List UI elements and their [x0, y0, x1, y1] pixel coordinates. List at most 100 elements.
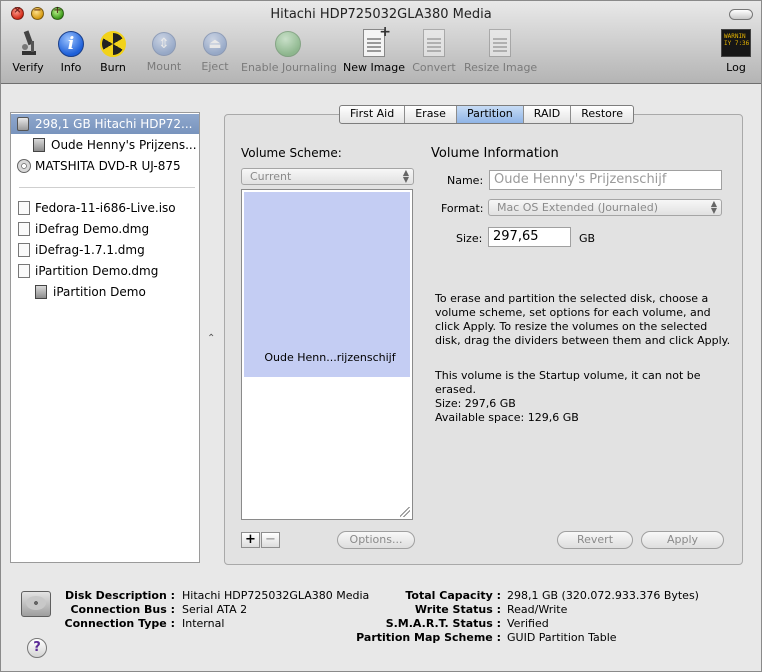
enable-journaling-button[interactable]: Enable Journaling — [241, 29, 338, 74]
new-image-label: New Image — [343, 61, 405, 74]
disk-description-key: Disk Description : — [65, 589, 175, 602]
partition-block[interactable]: Oude Henn...rijzenschijf — [244, 192, 410, 377]
resize-image-icon — [489, 29, 511, 57]
tab-first-aid[interactable]: First Aid — [340, 106, 406, 123]
volume-scheme-label: Volume Scheme: — [241, 146, 342, 160]
tab-partition[interactable]: Partition — [456, 106, 524, 123]
journal-icon — [275, 31, 301, 57]
log-console-icon: WARNIN IY 7:36 — [721, 29, 751, 57]
sidebar-item-ipartition-demo-dmg[interactable]: iPartition Demo.dmg — [11, 261, 199, 281]
tab-restore[interactable]: Restore — [571, 106, 633, 123]
format-popup[interactable]: Mac OS Extended (Journaled) ▲ ▼ — [488, 199, 722, 216]
sidebar-item-oude-henny-volume[interactable]: Oude Henny's Prijzens... — [11, 135, 199, 155]
size-label: Size: — [456, 232, 483, 245]
burn-icon — [100, 31, 126, 57]
mount-icon: ⇕ — [152, 32, 176, 56]
resize-image-button[interactable]: Resize Image — [464, 29, 538, 74]
convert-button[interactable]: Convert — [411, 29, 457, 74]
device-list[interactable]: 298,1 GB Hitachi HDP72... Oude Henny's P… — [10, 112, 200, 563]
disk-description-value: Hitachi HDP725032GLA380 Media — [182, 589, 370, 602]
plus-icon: + — [379, 24, 391, 40]
format-label: Format: — [441, 202, 484, 215]
split-view-handle[interactable]: ⌃ — [207, 333, 215, 344]
volume-scheme-popup[interactable]: Current ▲ ▼ — [241, 168, 414, 185]
toolbar-toggle-button[interactable] — [729, 9, 753, 20]
new-image-icon: + — [363, 24, 391, 57]
size-field[interactable]: 297,65 — [488, 227, 571, 247]
resize-grip-icon[interactable] — [400, 507, 410, 517]
connection-bus-key: Connection Bus : — [70, 603, 175, 616]
volume-icon — [33, 138, 45, 152]
convert-label: Convert — [412, 61, 456, 74]
burn-button[interactable]: Burn — [97, 29, 129, 74]
eject-label: Eject — [201, 60, 229, 73]
disk-utility-window: × − + Hitachi HDP725032GLA380 Media Veri… — [0, 0, 762, 672]
volume-name-field[interactable]: Oude Henny's Prijzenschijf — [489, 170, 722, 190]
info-label: Info — [60, 61, 82, 74]
revert-button[interactable]: Revert — [557, 531, 633, 549]
disk-image-icon — [18, 264, 30, 278]
sidebar-item-idefrag-171[interactable]: iDefrag-1.7.1.dmg — [11, 240, 199, 260]
burn-label: Burn — [100, 61, 126, 74]
connection-type-key: Connection Type : — [64, 617, 175, 630]
hard-disk-icon — [17, 117, 29, 131]
new-image-button[interactable]: + New Image — [343, 24, 405, 74]
mount-label: Mount — [146, 60, 182, 73]
write-status-value: Read/Write — [507, 603, 568, 616]
toolbar: × − + Hitachi HDP725032GLA380 Media Veri… — [1, 1, 761, 84]
tab-raid[interactable]: RAID — [524, 106, 572, 123]
volume-information-heading: Volume Information — [431, 146, 559, 161]
sidebar-item-idefrag-demo[interactable]: iDefrag Demo.dmg — [11, 219, 199, 239]
disk-image-icon — [18, 243, 30, 257]
enable-journaling-label: Enable Journaling — [241, 61, 338, 74]
info-icon: i — [58, 31, 84, 57]
sidebar-item-label: MATSHITA DVD-R UJ-875 — [35, 159, 181, 173]
apply-button[interactable]: Apply — [641, 531, 724, 549]
eject-icon: ⏏ — [203, 32, 227, 56]
partition-map-scheme-key: Partition Map Scheme : — [356, 631, 501, 644]
tab-erase[interactable]: Erase — [405, 106, 457, 123]
sidebar-item-label: iPartition Demo — [53, 285, 146, 299]
help-button[interactable]: ? — [27, 638, 47, 658]
eject-button[interactable]: ⏏ Eject — [197, 29, 233, 73]
options-button[interactable]: Options... — [337, 531, 415, 549]
available-space-line: Available space: 129,6 GB — [435, 411, 579, 424]
popup-arrows-icon: ▲ ▼ — [402, 168, 409, 184]
sidebar-item-label: iDefrag Demo.dmg — [35, 222, 150, 236]
partition-block-label: Oude Henn...rijzenschijf — [264, 351, 396, 364]
name-label: Name: — [447, 174, 484, 187]
sidebar-item-label: 298,1 GB Hitachi HDP72... — [35, 117, 193, 131]
connection-type-value: Internal — [182, 617, 225, 630]
add-partition-button[interactable]: + — [241, 532, 260, 548]
sidebar-item-fedora-iso[interactable]: Fedora-11-i686-Live.iso — [11, 198, 199, 218]
window-title: Hitachi HDP725032GLA380 Media — [270, 7, 492, 22]
verify-button[interactable]: Verify — [9, 29, 47, 74]
sidebar-item-hitachi-disk[interactable]: 298,1 GB Hitachi HDP72... — [11, 114, 199, 134]
sidebar-item-label: iPartition Demo.dmg — [35, 264, 159, 278]
mount-button[interactable]: ⇕ Mount — [144, 29, 184, 73]
sidebar-item-label: iDefrag-1.7.1.dmg — [35, 243, 145, 257]
remove-partition-button[interactable]: − — [261, 532, 280, 548]
log-label: Log — [726, 61, 746, 74]
volume-size-line: Size: 297,6 GB — [435, 397, 516, 410]
sidebar-item-ipartition-demo-volume[interactable]: iPartition Demo — [11, 282, 199, 302]
microscope-icon — [16, 29, 40, 57]
startup-volume-note: This volume is the Startup volume, it ca… — [435, 369, 701, 396]
smart-status-value: Verified — [507, 617, 549, 630]
connection-bus-value: Serial ATA 2 — [182, 603, 248, 616]
total-capacity-key: Total Capacity : — [405, 589, 501, 602]
resize-image-label: Resize Image — [464, 61, 538, 74]
sidebar-item-label: Oude Henny's Prijzens... — [51, 138, 197, 152]
verify-label: Verify — [12, 61, 44, 74]
tab-bar: First Aid Erase Partition RAID Restore — [339, 105, 634, 124]
log-button[interactable]: WARNIN IY 7:36 Log — [719, 29, 753, 74]
convert-icon — [423, 29, 445, 57]
info-button[interactable]: i Info — [55, 29, 87, 74]
sidebar-divider — [19, 187, 195, 188]
total-capacity-value: 298,1 GB (320.072.933.376 Bytes) — [507, 589, 699, 602]
mounted-volume-icon — [35, 285, 47, 299]
sidebar-item-dvd-drive[interactable]: MATSHITA DVD-R UJ-875 — [11, 156, 199, 176]
disk-image-icon — [18, 201, 30, 215]
popup-arrows-icon: ▲ ▼ — [710, 199, 717, 215]
volume-scheme-map[interactable]: Oude Henn...rijzenschijf — [241, 189, 413, 520]
